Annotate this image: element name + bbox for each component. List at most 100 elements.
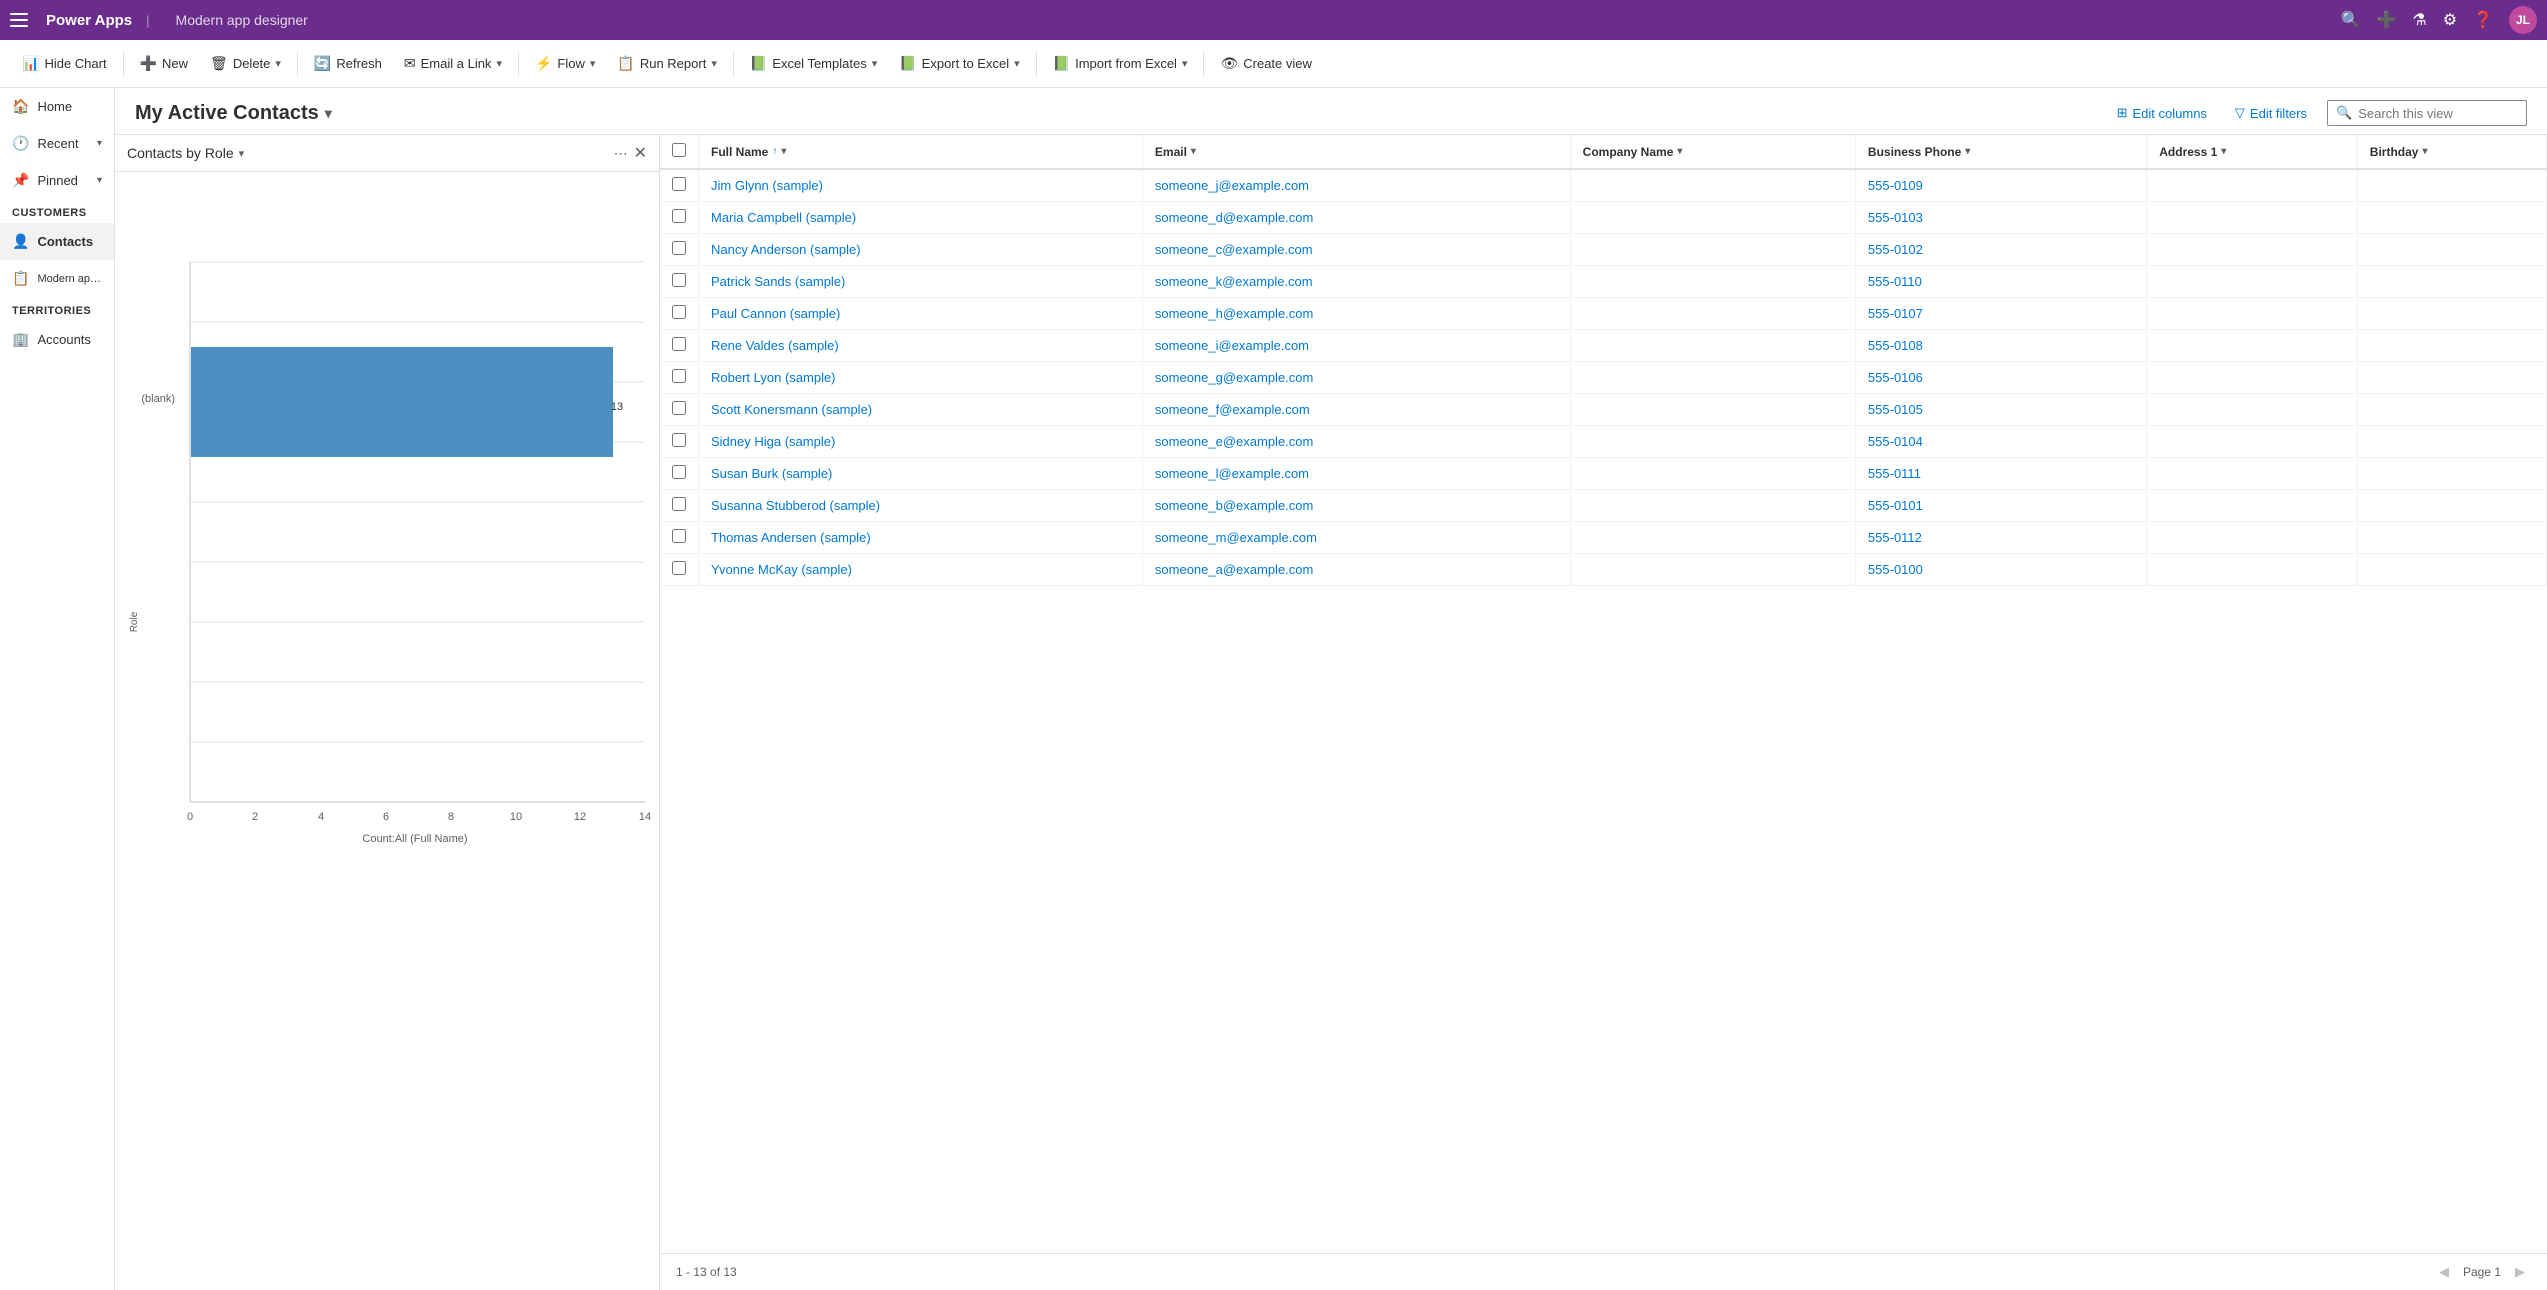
sidebar-item-pinned[interactable]: 📌 Pinned ▾ <box>0 162 114 199</box>
cell-business-phone[interactable]: 555-0109 <box>1855 169 2146 202</box>
row-checkbox-8[interactable] <box>672 433 686 447</box>
cell-business-phone[interactable]: 555-0104 <box>1855 426 2146 458</box>
row-checkbox-cell[interactable] <box>660 522 699 554</box>
cell-email[interactable]: someone_g@example.com <box>1142 362 1570 394</box>
cell-full-name[interactable]: Rene Valdes (sample) <box>699 330 1143 362</box>
row-checkbox-cell[interactable] <box>660 394 699 426</box>
cell-email[interactable]: someone_m@example.com <box>1142 522 1570 554</box>
cell-business-phone[interactable]: 555-0107 <box>1855 298 2146 330</box>
address-col-dropdown-icon[interactable]: ▾ <box>2221 146 2226 157</box>
row-checkbox-cell[interactable] <box>660 266 699 298</box>
cell-full-name[interactable]: Jim Glynn (sample) <box>699 169 1143 202</box>
select-all-checkbox[interactable] <box>672 143 686 157</box>
row-checkbox-5[interactable] <box>672 337 686 351</box>
row-checkbox-cell[interactable] <box>660 169 699 202</box>
chart-close-button[interactable]: ✕ <box>634 143 647 163</box>
row-checkbox-2[interactable] <box>672 241 686 255</box>
import-excel-button[interactable]: 📗 Import from Excel ▾ <box>1043 50 1198 77</box>
view-title-dropdown-icon[interactable]: ▾ <box>325 105 332 122</box>
row-checkbox-cell[interactable] <box>660 202 699 234</box>
sidebar-item-home[interactable]: 🏠 Home <box>0 88 114 125</box>
cell-business-phone[interactable]: 555-0106 <box>1855 362 2146 394</box>
cell-full-name[interactable]: Paul Cannon (sample) <box>699 298 1143 330</box>
cell-business-phone[interactable]: 555-0112 <box>1855 522 2146 554</box>
filter-icon[interactable]: ⚗ <box>2412 10 2426 30</box>
cell-business-phone[interactable]: 555-0102 <box>1855 234 2146 266</box>
cell-full-name[interactable]: Susanna Stubberod (sample) <box>699 490 1143 522</box>
cell-email[interactable]: someone_f@example.com <box>1142 394 1570 426</box>
row-checkbox-11[interactable] <box>672 529 686 543</box>
cell-email[interactable]: someone_a@example.com <box>1142 554 1570 586</box>
sidebar-item-contacts[interactable]: 👤 Contacts <box>0 223 114 260</box>
col-address1[interactable]: Address 1 ▾ <box>2147 135 2358 169</box>
row-checkbox-cell[interactable] <box>660 458 699 490</box>
row-checkbox-3[interactable] <box>672 273 686 287</box>
row-checkbox-0[interactable] <box>672 177 686 191</box>
cell-full-name[interactable]: Scott Konersmann (sample) <box>699 394 1143 426</box>
select-all-checkbox-header[interactable] <box>660 135 699 169</box>
cell-business-phone[interactable]: 555-0111 <box>1855 458 2146 490</box>
row-checkbox-cell[interactable] <box>660 362 699 394</box>
cell-email[interactable]: someone_k@example.com <box>1142 266 1570 298</box>
row-checkbox-6[interactable] <box>672 369 686 383</box>
edit-columns-button[interactable]: ⊞ Edit columns <box>2109 101 2215 125</box>
cell-email[interactable]: someone_d@example.com <box>1142 202 1570 234</box>
cell-full-name[interactable]: Yvonne McKay (sample) <box>699 554 1143 586</box>
row-checkbox-1[interactable] <box>672 209 686 223</box>
phone-col-dropdown-icon[interactable]: ▾ <box>1965 146 1970 157</box>
col-full-name[interactable]: Full Name ↑ ▾ <box>699 135 1143 169</box>
help-icon[interactable]: ❓ <box>2473 10 2493 30</box>
email-link-button[interactable]: ✉ Email a Link ▾ <box>394 50 512 77</box>
next-page-button[interactable]: ▶ <box>2509 1262 2531 1282</box>
cell-full-name[interactable]: Maria Campbell (sample) <box>699 202 1143 234</box>
company-col-dropdown-icon[interactable]: ▾ <box>1677 146 1682 157</box>
row-checkbox-4[interactable] <box>672 305 686 319</box>
new-button[interactable]: ➕ New <box>130 50 198 77</box>
search-input[interactable] <box>2358 106 2518 121</box>
cell-business-phone[interactable]: 555-0101 <box>1855 490 2146 522</box>
cell-business-phone[interactable]: 555-0105 <box>1855 394 2146 426</box>
email-col-dropdown-icon[interactable]: ▾ <box>1191 146 1196 157</box>
search-box[interactable]: 🔍 <box>2327 100 2527 126</box>
settings-icon[interactable]: ⚙ <box>2443 10 2457 30</box>
col-company-name[interactable]: Company Name ▾ <box>1570 135 1855 169</box>
add-icon[interactable]: ➕ <box>2376 10 2396 30</box>
sidebar-item-recent[interactable]: 🕐 Recent ▾ <box>0 125 114 162</box>
cell-email[interactable]: someone_c@example.com <box>1142 234 1570 266</box>
cell-email[interactable]: someone_l@example.com <box>1142 458 1570 490</box>
cell-business-phone[interactable]: 555-0110 <box>1855 266 2146 298</box>
edit-filters-button[interactable]: ▽ Edit filters <box>2227 101 2315 125</box>
flow-button[interactable]: ⚡ Flow ▾ <box>525 50 605 77</box>
cell-email[interactable]: someone_b@example.com <box>1142 490 1570 522</box>
cell-full-name[interactable]: Thomas Andersen (sample) <box>699 522 1143 554</box>
sidebar-item-accounts[interactable]: 🏢 Accounts <box>0 321 114 358</box>
cell-email[interactable]: someone_j@example.com <box>1142 169 1570 202</box>
cell-full-name[interactable]: Robert Lyon (sample) <box>699 362 1143 394</box>
cell-email[interactable]: someone_h@example.com <box>1142 298 1570 330</box>
hamburger-icon[interactable] <box>10 13 28 27</box>
cell-email[interactable]: someone_e@example.com <box>1142 426 1570 458</box>
avatar[interactable]: JL <box>2509 6 2537 34</box>
col-business-phone[interactable]: Business Phone ▾ <box>1855 135 2146 169</box>
row-checkbox-cell[interactable] <box>660 234 699 266</box>
cell-email[interactable]: someone_i@example.com <box>1142 330 1570 362</box>
col-dropdown-icon[interactable]: ▾ <box>781 146 786 157</box>
row-checkbox-12[interactable] <box>672 561 686 575</box>
search-icon[interactable]: 🔍 <box>2341 10 2361 30</box>
row-checkbox-cell[interactable] <box>660 554 699 586</box>
cell-full-name[interactable]: Patrick Sands (sample) <box>699 266 1143 298</box>
prev-page-button[interactable]: ◀ <box>2433 1262 2455 1282</box>
cell-full-name[interactable]: Susan Burk (sample) <box>699 458 1143 490</box>
hide-chart-button[interactable]: 📊 Hide Chart <box>12 50 117 77</box>
delete-button[interactable]: 🗑 Delete ▾ <box>200 50 291 77</box>
run-report-button[interactable]: 📋 Run Report ▾ <box>607 50 726 77</box>
create-view-button[interactable]: 👁 Create view <box>1210 50 1321 77</box>
row-checkbox-7[interactable] <box>672 401 686 415</box>
col-birthday[interactable]: Birthday ▾ <box>2357 135 2546 169</box>
row-checkbox-cell[interactable] <box>660 490 699 522</box>
row-checkbox-9[interactable] <box>672 465 686 479</box>
row-checkbox-cell[interactable] <box>660 330 699 362</box>
cell-business-phone[interactable]: 555-0108 <box>1855 330 2146 362</box>
refresh-button[interactable]: 🔄 Refresh <box>304 50 392 77</box>
cell-business-phone[interactable]: 555-0103 <box>1855 202 2146 234</box>
